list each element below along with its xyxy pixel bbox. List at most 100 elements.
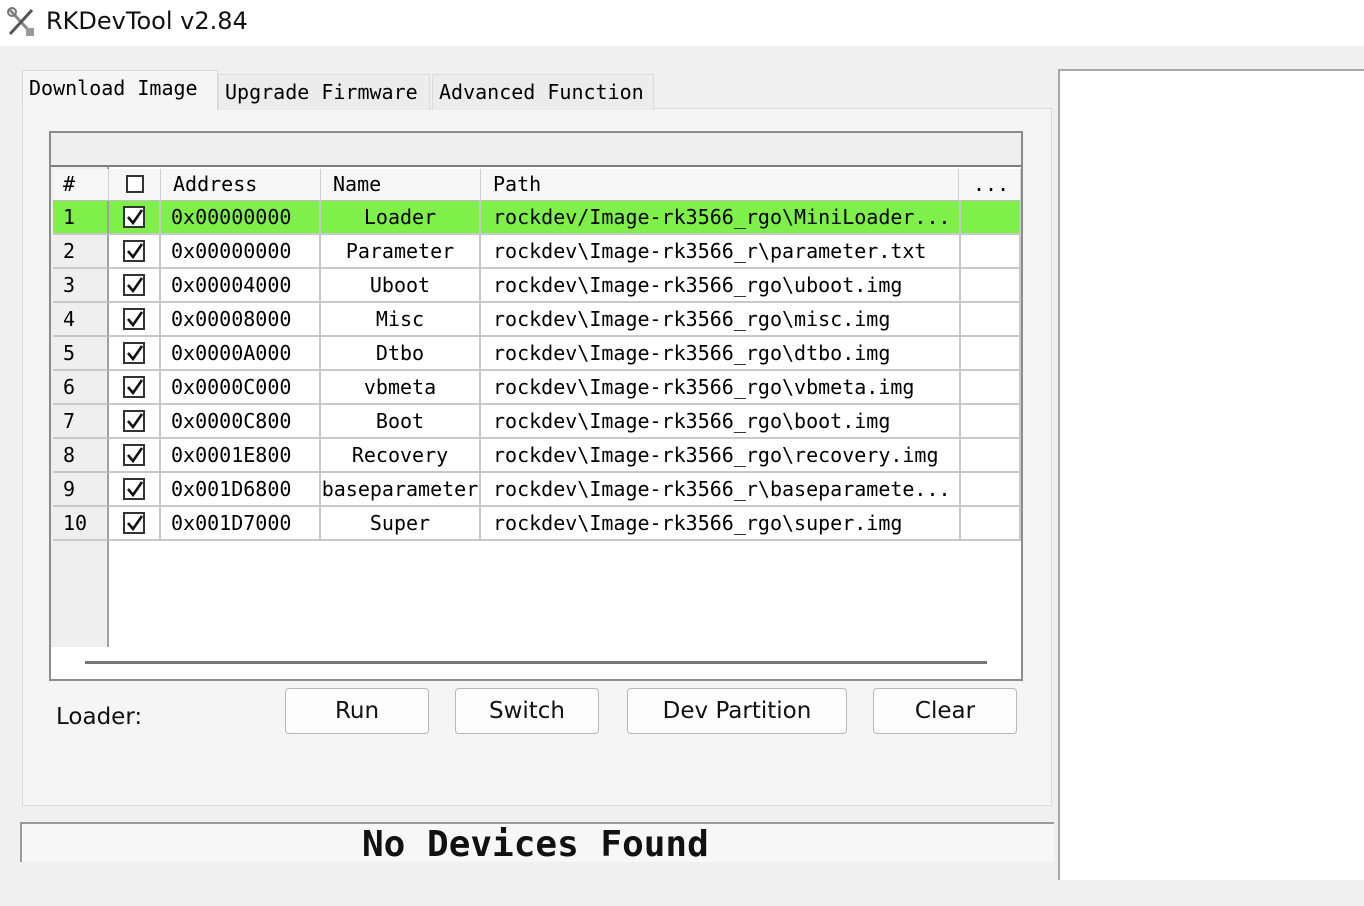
row-name[interactable]: Super — [321, 507, 481, 541]
row-path[interactable]: rockdev\Image-rk3566_rgo\boot.img — [481, 405, 961, 439]
row-path[interactable]: rockdev\Image-rk3566_r\parameter.txt — [481, 235, 961, 269]
row-number: 5 — [53, 337, 109, 371]
row-checkbox-cell[interactable] — [109, 507, 161, 541]
row-address[interactable]: 0x0000A000 — [161, 337, 321, 371]
header-address[interactable]: Address — [161, 169, 321, 201]
row-name[interactable]: Recovery — [321, 439, 481, 473]
header-extra[interactable]: ... — [959, 169, 1021, 201]
horizontal-scrollbar[interactable] — [85, 661, 987, 664]
window-bottom-edge — [0, 880, 1364, 906]
row-checkbox-cell[interactable] — [109, 439, 161, 473]
row-checkbox[interactable] — [123, 376, 145, 398]
tab-download-image[interactable]: Download Image — [22, 70, 218, 110]
table-row[interactable]: 7 0x0000C800 Boot rockdev\Image-rk3566_rgo\… — [53, 405, 1021, 439]
row-path[interactable]: rockdev\Image-rk3566_rgo\uboot.img — [481, 269, 961, 303]
log-panel[interactable] — [1058, 69, 1364, 883]
switch-button[interactable]: Switch — [455, 688, 599, 734]
table-row[interactable]: 8 0x0001E800 Recovery rockdev\Image-rk3566_… — [53, 439, 1021, 473]
row-checkbox[interactable] — [123, 274, 145, 296]
checkmark-icon — [127, 481, 144, 498]
row-browse-cell[interactable] — [961, 201, 1021, 235]
row-number: 9 — [53, 473, 109, 507]
tab-advanced-function[interactable]: Advanced Function — [432, 74, 654, 110]
row-name[interactable]: Parameter — [321, 235, 481, 269]
row-name[interactable]: baseparameter — [321, 473, 481, 507]
row-browse-cell[interactable] — [961, 439, 1021, 473]
row-address[interactable]: 0x001D6800 — [161, 473, 321, 507]
table-row[interactable]: 9 0x001D6800 baseparameter rockdev\Image-rk… — [53, 473, 1021, 507]
row-address[interactable]: 0x00000000 — [161, 201, 321, 235]
row-browse-cell[interactable] — [961, 235, 1021, 269]
row-path[interactable]: rockdev\Image-rk3566_rgo\recovery.img — [481, 439, 961, 473]
header-select-all[interactable] — [109, 169, 161, 201]
row-checkbox-cell[interactable] — [109, 337, 161, 371]
row-name[interactable]: Uboot — [321, 269, 481, 303]
row-browse-cell[interactable] — [961, 303, 1021, 337]
header-name[interactable]: Name — [321, 169, 481, 201]
checkmark-icon — [127, 243, 144, 260]
row-path[interactable]: rockdev\Image-rk3566_rgo\vbmeta.img — [481, 371, 961, 405]
row-name[interactable]: Misc — [321, 303, 481, 337]
run-button[interactable]: Run — [285, 688, 429, 734]
row-checkbox-cell[interactable] — [109, 235, 161, 269]
select-all-checkbox[interactable] — [126, 175, 144, 193]
row-name[interactable]: Boot — [321, 405, 481, 439]
status-bar: No Devices Found — [20, 822, 1054, 865]
row-checkbox[interactable] — [123, 206, 145, 228]
row-address[interactable]: 0x001D7000 — [161, 507, 321, 541]
row-address[interactable]: 0x0000C000 — [161, 371, 321, 405]
row-browse-cell[interactable] — [961, 371, 1021, 405]
row-checkbox-cell[interactable] — [109, 303, 161, 337]
row-address[interactable]: 0x00000000 — [161, 235, 321, 269]
row-address[interactable]: 0x00008000 — [161, 303, 321, 337]
row-browse-cell[interactable] — [961, 405, 1021, 439]
row-address[interactable]: 0x0000C800 — [161, 405, 321, 439]
table-top-strip — [51, 133, 1021, 167]
table-row[interactable]: 10 0x001D7000 Super rockdev\Image-rk3566_rg… — [53, 507, 1021, 541]
row-browse-cell[interactable] — [961, 337, 1021, 371]
loader-label: Loader: — [56, 704, 143, 730]
header-path[interactable]: Path — [481, 169, 959, 201]
status-text: No Devices Found — [362, 824, 709, 865]
row-checkbox[interactable] — [123, 342, 145, 364]
row-address[interactable]: 0x00004000 — [161, 269, 321, 303]
row-path[interactable]: rockdev\Image-rk3566_rgo\dtbo.img — [481, 337, 961, 371]
dev-partition-button[interactable]: Dev Partition — [627, 688, 847, 734]
row-path[interactable]: rockdev/Image-rk3566_rgo\MiniLoader... — [481, 201, 961, 235]
row-address[interactable]: 0x0001E800 — [161, 439, 321, 473]
row-path[interactable]: rockdev\Image-rk3566_r\baseparamete... — [481, 473, 961, 507]
table-row[interactable]: 6 0x0000C000 vbmeta rockdev\Image-rk3566_rg… — [53, 371, 1021, 405]
table-row[interactable]: 3 0x00004000 Uboot rockdev\Image-rk3566_rgo… — [53, 269, 1021, 303]
row-checkbox[interactable] — [123, 410, 145, 432]
row-number: 4 — [53, 303, 109, 337]
row-name[interactable]: vbmeta — [321, 371, 481, 405]
checkmark-icon — [127, 515, 144, 532]
row-checkbox-cell[interactable] — [109, 473, 161, 507]
table-row[interactable]: 1 0x00000000 Loader rockdev/Image-rk3566_rg… — [53, 201, 1021, 235]
row-browse-cell[interactable] — [961, 507, 1021, 541]
row-checkbox-cell[interactable] — [109, 405, 161, 439]
row-name[interactable]: Loader — [321, 201, 481, 235]
row-checkbox[interactable] — [123, 444, 145, 466]
checkmark-icon — [127, 311, 144, 328]
clear-button[interactable]: Clear — [873, 688, 1017, 734]
row-checkbox-cell[interactable] — [109, 269, 161, 303]
table-row[interactable]: 4 0x00008000 Misc rockdev\Image-rk3566_rgo\… — [53, 303, 1021, 337]
row-checkbox-cell[interactable] — [109, 201, 161, 235]
checkmark-icon — [127, 345, 144, 362]
window-title: RKDevTool v2.84 — [46, 7, 248, 35]
row-name[interactable]: Dtbo — [321, 337, 481, 371]
row-path[interactable]: rockdev\Image-rk3566_rgo\super.img — [481, 507, 961, 541]
tab-upgrade-firmware[interactable]: Upgrade Firmware — [218, 74, 430, 110]
row-checkbox-cell[interactable] — [109, 371, 161, 405]
row-checkbox[interactable] — [123, 478, 145, 500]
rk-tools-icon — [6, 6, 36, 38]
row-path[interactable]: rockdev\Image-rk3566_rgo\misc.img — [481, 303, 961, 337]
row-checkbox[interactable] — [123, 240, 145, 262]
row-browse-cell[interactable] — [961, 473, 1021, 507]
table-row[interactable]: 5 0x0000A000 Dtbo rockdev\Image-rk3566_rgo\… — [53, 337, 1021, 371]
table-row[interactable]: 2 0x00000000 Parameter rockdev\Image-rk3566… — [53, 235, 1021, 269]
row-checkbox[interactable] — [123, 308, 145, 330]
row-browse-cell[interactable] — [961, 269, 1021, 303]
row-checkbox[interactable] — [123, 512, 145, 534]
